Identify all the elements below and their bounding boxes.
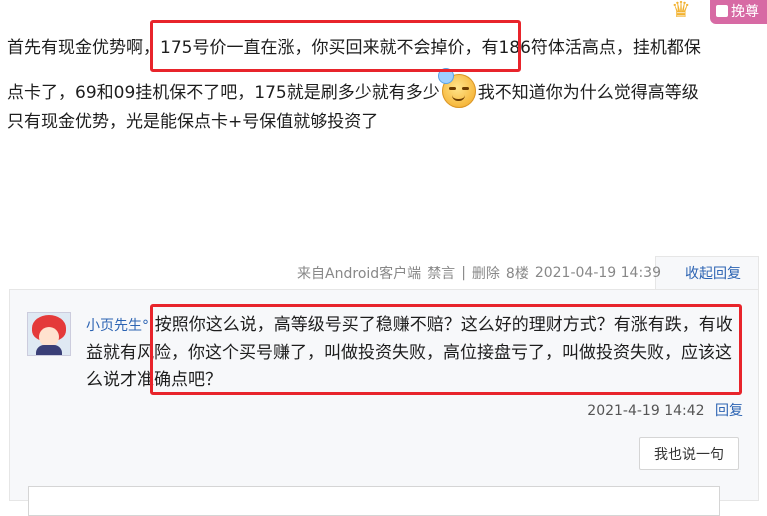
post-line-3: 只有现金优势，光是能保点卡+号保值就够投资了 [7,112,379,132]
reply-link[interactable]: 回复 [715,403,743,419]
reply-input[interactable] [28,486,720,516]
badge-label: 挽尊 [731,4,759,20]
say-something-button[interactable]: 我也说一句 [639,437,739,470]
sweat-emoji-icon [437,68,476,108]
floor-number: 8楼 [505,266,529,282]
crown-icon: ♛ [671,0,691,23]
post-source: 来自Android客户端 [297,266,422,282]
highlight-box-post [150,20,521,72]
avatar[interactable] [27,312,71,356]
gift-icon [716,5,728,17]
wanzun-badge[interactable]: 挽尊 [710,0,767,24]
reply-datetime: 2021-4-19 14:42 [587,403,705,419]
highlight-box-reply [150,304,742,395]
delete-link[interactable]: 删除 [472,263,500,283]
post-datetime: 2021-04-19 14:39 [534,265,661,281]
post-line-2a: 点卡了，69和09挂机保不了吧，175就是刷多少就有多少 [7,83,440,103]
post-meta-bar: 来自Android客户端 禁言 | 删除 8楼 2021-04-19 14:39… [291,262,747,284]
post-line-2b: 我不知道你为什么觉得高等级 [477,83,699,103]
reply-meta: 2021-4-19 14:42 回复 [587,400,743,420]
meta-separator: | [461,265,466,281]
collapse-reply-link[interactable]: 收起回复 [679,263,747,283]
ban-link[interactable]: 禁言 [427,263,455,283]
reply-username[interactable]: 小页先生° [86,318,149,334]
